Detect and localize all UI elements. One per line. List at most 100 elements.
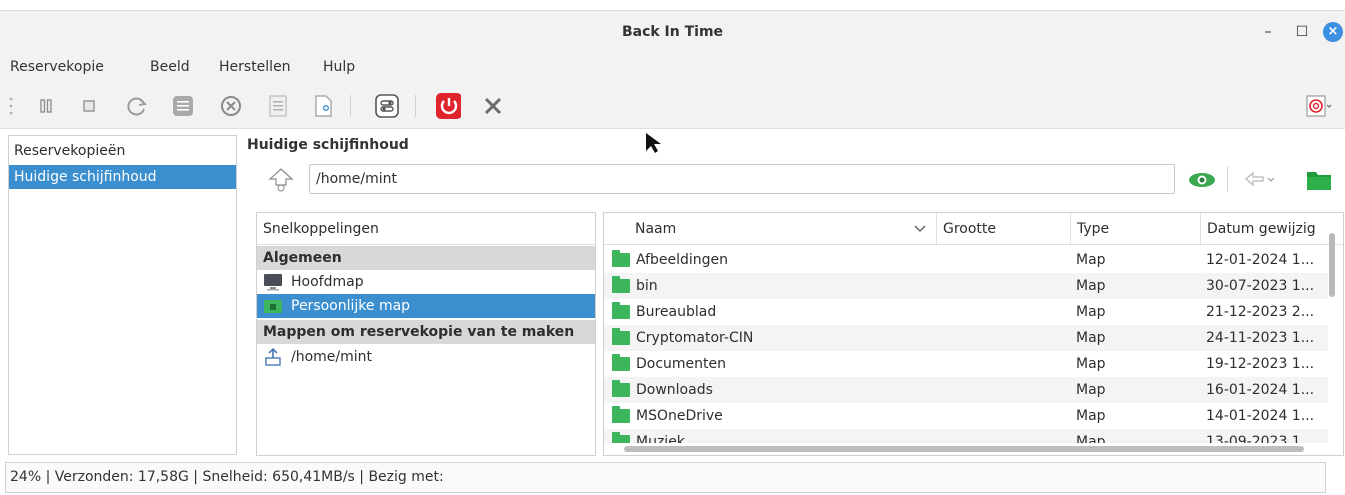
file-name: bin [636, 278, 658, 294]
application-window: Back In Time – ☐ × Reservekopie Beeld He… [0, 0, 1345, 495]
file-date: 30-07-2023 1... [1206, 278, 1315, 294]
shutdown-icon[interactable] [435, 93, 461, 119]
maximize-button[interactable]: ☐ [1292, 22, 1312, 42]
table-row[interactable]: Documenten Map 19-12-2023 1... [604, 351, 1328, 377]
vertical-scrollbar[interactable] [1329, 233, 1337, 453]
file-type: Map [1076, 330, 1106, 346]
file-date: 16-01-2024 1... [1206, 382, 1315, 398]
menu-bar: Reservekopie Beeld Herstellen Hulp [0, 53, 1345, 83]
vertical-scrollbar-thumb[interactable] [1329, 233, 1335, 297]
table-row[interactable]: Downloads Map 16-01-2024 1... [604, 377, 1328, 403]
folder-icon [612, 403, 630, 429]
folder-icon [612, 299, 630, 325]
drive-upload-icon [263, 347, 283, 367]
mouse-cursor-icon [644, 131, 666, 159]
column-type[interactable]: Type [1070, 213, 1200, 245]
folder-icon [612, 351, 630, 377]
file-type: Map [1076, 278, 1106, 294]
file-date: 14-01-2024 1... [1206, 408, 1315, 424]
close-x-icon[interactable] [480, 93, 506, 119]
file-date: 12-01-2024 1... [1206, 252, 1315, 268]
file-date: 19-12-2023 1... [1206, 356, 1315, 372]
file-name: Documenten [636, 356, 727, 372]
folder-icon [612, 325, 630, 351]
chevron-down-icon [914, 213, 926, 245]
folder-icon [612, 247, 630, 273]
table-row[interactable]: MSOneDrive Map 14-01-2024 1... [604, 403, 1328, 429]
shortcut-group-general: Algemeen [257, 246, 595, 270]
file-list: Naam Grootte Type Datum gewijzig Afbeeld… [603, 212, 1344, 456]
menu-hulp[interactable]: Hulp [323, 59, 355, 75]
file-name: Afbeeldingen [636, 252, 729, 268]
file-name: MSOneDrive [636, 408, 723, 424]
file-type: Map [1076, 408, 1106, 424]
menu-herstellen[interactable]: Herstellen [219, 59, 291, 75]
show-hidden-icon[interactable] [1187, 168, 1217, 192]
path-separator [1227, 166, 1228, 192]
home-folder-icon [263, 298, 283, 314]
toolbar [0, 83, 1345, 129]
table-row[interactable]: Muziek Map 13-09-2023 1... [604, 429, 1328, 443]
stop-icon[interactable] [76, 93, 102, 119]
help-menu-icon[interactable] [1306, 93, 1332, 119]
file-list-header: Naam Grootte Type Datum gewijzig [604, 213, 1343, 245]
file-type: Map [1076, 382, 1106, 398]
menu-reservekopie[interactable]: Reservekopie [10, 59, 104, 75]
refresh-icon[interactable] [124, 93, 150, 119]
column-name[interactable]: Naam [629, 213, 936, 245]
sidebar-item-reservekopieen[interactable]: Reservekopieën [9, 139, 236, 163]
toolbar-separator [415, 95, 416, 117]
column-name-label: Naam [635, 221, 677, 237]
table-row[interactable]: Afbeeldingen Map 12-01-2024 1... [604, 247, 1328, 273]
computer-icon [263, 273, 283, 291]
shortcut-personal[interactable]: Persoonlijke map [257, 294, 595, 318]
file-name: Cryptomator-CIN [636, 330, 754, 346]
sidebar-item-huidige-schijfinhoud[interactable]: Huidige schijfinhoud [9, 165, 236, 189]
shortcut-home[interactable]: Hoofdmap [257, 270, 595, 294]
folder-icon [612, 273, 630, 299]
close-button[interactable]: × [1323, 22, 1343, 42]
shortcut-home-label: Hoofdmap [291, 274, 364, 290]
file-date: 21-12-2023 2... [1206, 304, 1315, 320]
column-date[interactable]: Datum gewijzig [1200, 213, 1343, 245]
file-type: Map [1076, 356, 1106, 372]
table-row[interactable]: Cryptomator-CIN Map 24-11-2023 1... [604, 325, 1328, 351]
shortcuts-header: Snelkoppelingen [257, 213, 595, 245]
sidebar: Reservekopieën Huidige schijfinhoud [8, 135, 237, 455]
toolbar-grip-icon [6, 93, 16, 119]
window-title: Back In Time [621, 24, 724, 40]
menu-beeld[interactable]: Beeld [150, 59, 190, 75]
folder-up-icon[interactable] [267, 166, 295, 194]
file-name: Downloads [636, 382, 713, 398]
status-bar: 24% | Verzonden: 17,58G | Snelheid: 650,… [5, 462, 1326, 493]
folder-icon [612, 429, 630, 443]
restore-back-icon[interactable] [1243, 168, 1277, 192]
folder-icon [612, 377, 630, 403]
file-type: Map [1076, 252, 1106, 268]
shortcut-group-backup: Mappen om reservekopie van te maken [257, 320, 595, 344]
content-title: Huidige schijfinhoud [247, 137, 409, 153]
cancel-icon[interactable] [218, 93, 244, 119]
path-bar: /home/mint [247, 160, 1345, 200]
file-name: Bureaublad [636, 304, 717, 320]
new-file-icon[interactable] [310, 93, 336, 119]
file-date: 13-09-2023 1... [1206, 434, 1315, 443]
last-log-icon[interactable] [265, 93, 291, 119]
file-type: Map [1076, 434, 1106, 443]
minimize-button[interactable]: – [1258, 22, 1278, 42]
shortcut-backup-path-label: /home/mint [291, 349, 373, 365]
shortcut-personal-label: Persoonlijke map [291, 298, 411, 314]
table-row[interactable]: bin Map 30-07-2023 1... [604, 273, 1328, 299]
settings-icon[interactable] [374, 93, 400, 119]
column-size[interactable]: Grootte [936, 213, 1070, 245]
horizontal-scrollbar[interactable] [624, 446, 1304, 452]
path-input[interactable]: /home/mint [309, 164, 1175, 194]
open-folder-icon[interactable] [1305, 166, 1333, 194]
table-row[interactable]: Bureaublad Map 21-12-2023 2... [604, 299, 1328, 325]
file-date: 24-11-2023 1... [1206, 330, 1315, 346]
title-bar: Back In Time – ☐ × [0, 10, 1345, 53]
snapshot-log-icon[interactable] [170, 93, 196, 119]
shortcuts-panel: Snelkoppelingen Algemeen Hoofdmap Persoo… [256, 212, 596, 456]
shortcut-backup-path[interactable]: /home/mint [257, 345, 595, 369]
pause-icon[interactable] [33, 93, 59, 119]
